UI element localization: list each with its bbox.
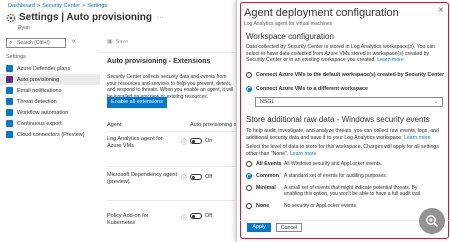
zoom-button[interactable] bbox=[419, 208, 445, 234]
breadcrumb-settings[interactable]: Settings bbox=[87, 3, 107, 9]
export-icon bbox=[6, 120, 13, 127]
radio-button[interactable] bbox=[246, 86, 252, 92]
search-input[interactable]: ⌕ Search (Ctrl+/) bbox=[6, 38, 66, 48]
info-icon[interactable]: ⓘ bbox=[181, 213, 187, 222]
collapse-sidebar-button[interactable]: « bbox=[72, 38, 76, 45]
radio-different-workspace[interactable]: Connect Azure VMs to a different workspa… bbox=[246, 86, 368, 92]
zoom-in-icon bbox=[426, 215, 439, 228]
agent-name: Policy Add-on for Kubernetes bbox=[107, 213, 149, 226]
chevron-down-icon: ⌄ bbox=[433, 99, 438, 105]
agent-name: Log Analytics agent for Azure VMs bbox=[107, 136, 163, 149]
learn-more-link[interactable]: Learn more bbox=[404, 135, 431, 141]
radio-button[interactable] bbox=[246, 185, 252, 191]
shield-icon bbox=[6, 65, 13, 72]
sidebar: Settings Azure Defender plans Auto provi… bbox=[0, 52, 100, 242]
workflow-icon bbox=[6, 109, 13, 116]
sidebar-item-cloud-connectors[interactable]: Cloud connectors (Preview) bbox=[0, 129, 100, 140]
email-icon bbox=[6, 87, 13, 94]
divider bbox=[100, 52, 235, 53]
radio-none[interactable]: None No security or AppLocker events. bbox=[246, 203, 357, 209]
workspace-description: Data collected by Security Center is sto… bbox=[246, 44, 436, 64]
learn-more-link[interactable]: Learn more bbox=[377, 57, 404, 63]
page-title: Settings | Auto provisioning bbox=[19, 12, 152, 23]
breadcrumb-security-center[interactable]: Security Center bbox=[42, 3, 80, 9]
more-options-button[interactable]: ··· bbox=[157, 14, 164, 21]
sidebar-item-label: Azure Defender plans bbox=[17, 65, 71, 72]
info-icon[interactable]: ⓘ bbox=[181, 137, 187, 146]
radio-minimal[interactable]: Minimal A small set of events that might… bbox=[246, 185, 434, 197]
enable-all-extensions-button[interactable]: Enable all extensions bbox=[107, 97, 167, 108]
settings-gear-icon bbox=[6, 13, 16, 22]
radio-button[interactable] bbox=[246, 72, 252, 78]
sidebar-item-email-notifications[interactable]: Email notifications bbox=[0, 85, 100, 96]
toggle-switch[interactable] bbox=[190, 174, 202, 180]
provisioning-icon bbox=[6, 76, 13, 83]
cancel-button[interactable]: Cancel bbox=[276, 223, 302, 232]
save-icon: ▣ bbox=[107, 39, 113, 45]
sidebar-item-label: Threat detection bbox=[17, 98, 57, 105]
toggle-switch[interactable] bbox=[190, 213, 202, 219]
radio-default-workspace[interactable]: Connect Azure VMs to the default workspa… bbox=[246, 72, 444, 78]
save-label: Save bbox=[115, 38, 129, 45]
radio-common[interactable]: Common A standard set of events for audi… bbox=[246, 173, 387, 179]
content-title: Auto provisioning - Extensions bbox=[107, 58, 211, 65]
radio-button[interactable] bbox=[246, 173, 252, 179]
agent-status-toggle[interactable]: Off bbox=[190, 213, 212, 219]
search-placeholder: Search (Ctrl+/) bbox=[17, 40, 50, 46]
agent-status-toggle[interactable]: Off bbox=[190, 174, 212, 180]
agent-status-toggle[interactable]: On bbox=[190, 138, 212, 144]
workspace-select[interactable]: NSGL ⌄ bbox=[255, 97, 443, 107]
agent-name: Microsoft Dependency agent (preview) bbox=[107, 172, 178, 185]
search-icon: ⌕ bbox=[9, 40, 13, 46]
radio-button[interactable] bbox=[246, 161, 252, 167]
sidebar-item-azure-defender-plans[interactable]: Azure Defender plans bbox=[0, 63, 100, 74]
divider bbox=[107, 131, 235, 132]
close-icon[interactable]: ✕ bbox=[438, 6, 444, 14]
page-subtitle: Ryan bbox=[18, 25, 30, 31]
breadcrumb: Dashboard > Security Center > Settings bbox=[8, 3, 108, 9]
sidebar-item-continuous-export[interactable]: Continuous export bbox=[0, 118, 100, 129]
apply-button[interactable]: Apply bbox=[247, 223, 271, 232]
sidebar-section-title: Settings bbox=[6, 54, 26, 60]
sidebar-item-threat-detection[interactable]: Threat detection bbox=[0, 96, 100, 107]
radio-all-events[interactable]: All Events All Windows security and AppL… bbox=[246, 161, 382, 167]
toggle-label: Off bbox=[205, 174, 213, 180]
save-button[interactable]: ▣ Save bbox=[107, 38, 129, 46]
sidebar-item-workflow-automation[interactable]: Workflow automation bbox=[0, 107, 100, 118]
panel-title: Agent deployment configuration bbox=[244, 7, 399, 19]
info-icon[interactable]: ⓘ bbox=[181, 173, 187, 182]
sidebar-item-label: Cloud connectors (Preview) bbox=[17, 131, 85, 138]
radio-button[interactable] bbox=[246, 203, 252, 209]
raw-data-level-text: Select the level of data to store for th… bbox=[246, 144, 439, 157]
column-header-agent: Agent bbox=[107, 122, 122, 128]
toggle-label: On bbox=[205, 138, 213, 144]
toggle-label: Off bbox=[205, 213, 213, 219]
sidebar-item-label: Continuous export bbox=[17, 120, 62, 127]
divider bbox=[107, 200, 235, 201]
breadcrumb-dashboard[interactable]: Dashboard bbox=[8, 3, 35, 9]
cloud-icon bbox=[6, 131, 13, 138]
sidebar-item-label: Email notifications bbox=[17, 87, 62, 94]
divider bbox=[240, 220, 449, 221]
threat-icon bbox=[6, 98, 13, 105]
raw-data-description: To help audit, investigate, and analyze … bbox=[246, 128, 439, 141]
toggle-switch[interactable] bbox=[190, 138, 202, 144]
sidebar-item-label: Workflow automation bbox=[17, 109, 69, 116]
raw-data-heading: Store additional raw data - Windows secu… bbox=[246, 115, 430, 124]
learn-more-link[interactable]: Learn more bbox=[290, 151, 317, 157]
sidebar-item-label: Auto provisioning bbox=[17, 76, 60, 83]
divider bbox=[107, 166, 235, 167]
panel-subtitle: Log Analytics agent for virtual machines bbox=[244, 21, 333, 27]
workspace-heading: Workspace configuration bbox=[246, 32, 334, 41]
sidebar-item-auto-provisioning[interactable]: Auto provisioning bbox=[0, 74, 100, 85]
